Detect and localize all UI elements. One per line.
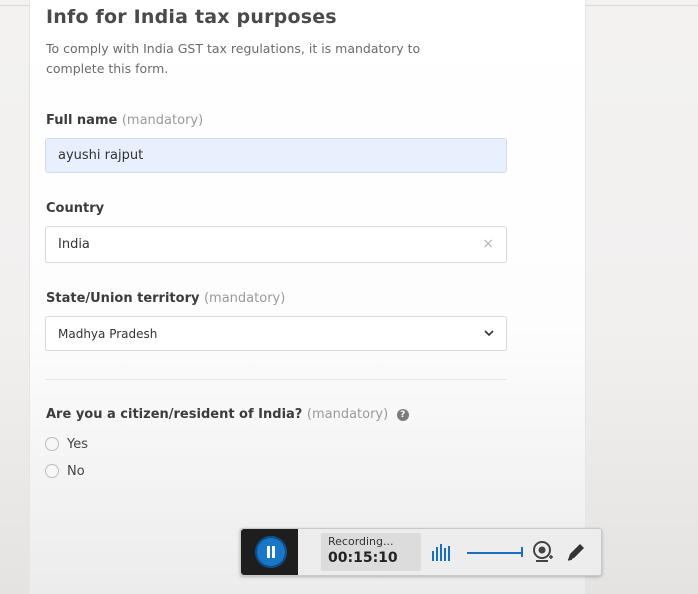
full-name-label-text: Full name (46, 113, 118, 128)
country-input[interactable]: India × (45, 226, 507, 263)
webcam-icon[interactable] (532, 540, 554, 564)
full-name-value: ayushi rajput (58, 148, 144, 163)
pause-icon[interactable] (255, 536, 287, 568)
citizen-question: Are you a citizen/resident of India? (ma… (46, 407, 409, 422)
country-label-text: Country (46, 201, 105, 216)
state-label-text: State/Union territory (46, 291, 200, 306)
help-icon[interactable]: ? (396, 409, 409, 421)
recording-toolbar-left (241, 529, 298, 575)
recording-status: Recording... (328, 535, 394, 548)
page-title: Info for India tax purposes (46, 6, 337, 28)
recording-timer: 00:15:10 (328, 550, 398, 566)
volume-slider-handle[interactable] (521, 547, 523, 557)
state-select[interactable]: Madhya Pradesh (45, 316, 507, 351)
radio-option-no[interactable]: No (45, 462, 85, 480)
radio-no-label: No (67, 463, 85, 479)
pen-icon[interactable] (565, 541, 587, 563)
citizen-required-note: (mandatory) (306, 407, 389, 422)
radio-no[interactable] (45, 464, 59, 478)
state-value: Madhya Pradesh (58, 327, 158, 341)
full-name-input[interactable]: ayushi rajput (45, 138, 507, 173)
recording-info: Recording... 00:15:10 (321, 533, 421, 571)
full-name-required-note: (mandatory) (121, 113, 204, 128)
volume-slider[interactable] (467, 552, 523, 554)
citizen-question-text: Are you a citizen/resident of India? (46, 407, 303, 422)
page-subtitle: To comply with India GST tax regulations… (46, 41, 421, 76)
radio-yes-label: Yes (67, 436, 88, 452)
section-divider (45, 379, 507, 380)
state-label: State/Union territory (mandatory) (46, 291, 285, 306)
clear-icon[interactable]: × (482, 236, 494, 252)
page: Info for India tax purposes To comply wi… (0, 0, 698, 594)
audio-level-icon[interactable] (431, 543, 453, 561)
country-label: Country (46, 201, 104, 216)
recording-toolbar: Recording... 00:15:10 (240, 528, 602, 576)
state-required-note: (mandatory) (203, 291, 286, 306)
full-name-label: Full name (mandatory) (46, 113, 203, 128)
radio-option-yes[interactable]: Yes (45, 435, 88, 453)
chevron-down-icon (484, 330, 494, 337)
country-value: India (58, 237, 90, 252)
radio-yes[interactable] (45, 437, 59, 451)
